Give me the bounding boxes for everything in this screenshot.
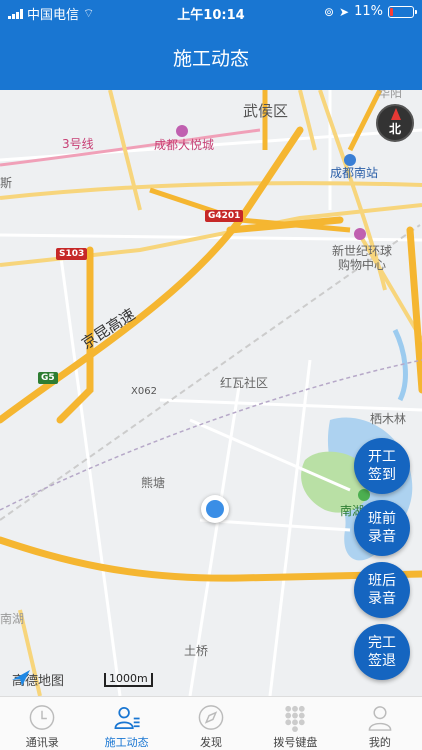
pre-shift-recording-button[interactable]: 班前 录音 (354, 500, 410, 556)
map-label-place: 华阳 (378, 90, 403, 100)
map-provider-logo: 高德地图 (12, 670, 64, 689)
page-title: 施工动态 (0, 24, 422, 90)
tab-dialpad[interactable]: 拨号键盘 (253, 697, 337, 750)
action-label: 签退 (368, 653, 396, 669)
compass-label: 北 (388, 121, 401, 136)
highway-shield: S103 (56, 248, 88, 260)
action-label: 录音 (368, 591, 396, 607)
start-checkin-button[interactable]: 开工 签到 (354, 438, 410, 494)
compass-button[interactable]: 北 (376, 104, 414, 142)
map-label-district: 武侯区 (243, 102, 289, 120)
map-label-metro: 3号线 (62, 137, 94, 151)
battery-icon (388, 5, 417, 18)
contacts-icon (29, 705, 55, 730)
action-label: 班后 (368, 573, 396, 589)
map-label-road-code: X062 (131, 386, 157, 397)
action-label: 录音 (368, 529, 396, 545)
battery-percent: 11% (354, 4, 383, 19)
map-label-place: 斯 (0, 176, 13, 190)
map-label-community: 红瓦社区 (220, 376, 269, 390)
dialpad-icon (285, 705, 306, 732)
tab-label: 通讯录 (25, 736, 59, 749)
tab-profile[interactable]: 我的 (338, 697, 422, 750)
action-label: 班前 (368, 511, 396, 527)
tab-contacts[interactable]: 通讯录 (0, 697, 84, 750)
post-shift-recording-button[interactable]: 班后 录音 (354, 562, 410, 618)
compass-icon (198, 705, 224, 730)
tab-label: 我的 (368, 736, 391, 749)
highway-shield: G5 (38, 372, 58, 384)
highway-shield: G4201 (205, 210, 244, 222)
person-list-icon (114, 706, 140, 730)
location-arrow-icon: ➤ (339, 4, 350, 19)
action-label: 完工 (368, 635, 396, 651)
current-location-marker (201, 495, 229, 523)
map-label-place: 栖木林 (370, 412, 407, 426)
orientation-lock-icon: ⊚ (323, 4, 335, 19)
map-label-poi: 成都大悦城 (154, 138, 215, 152)
profile-icon (368, 706, 392, 731)
tab-discover[interactable]: 发现 (169, 697, 253, 750)
tab-bar: 通讯录 施工动态 发现 拨号键盘 我的 (0, 696, 422, 750)
map-view[interactable]: 武侯区 成都大悦城 成都南站 新世纪环球 购物中心 3号线 京昆高速 红瓦社区 … (0, 90, 422, 696)
map-label-station: 成都南站 (330, 166, 379, 180)
map-label-place: 熊塘 (141, 476, 166, 490)
map-scale: 1000m (104, 673, 153, 687)
tab-label: 发现 (200, 736, 223, 749)
action-label: 签到 (368, 467, 396, 483)
map-label-place: 南湖 (0, 612, 25, 626)
finish-checkout-button[interactable]: 完工 签退 (354, 624, 410, 680)
tab-label: 施工动态 (104, 736, 149, 749)
north-arrow-icon (391, 108, 401, 120)
action-label: 开工 (368, 449, 396, 465)
amap-logo-icon (12, 670, 30, 686)
status-bar: 中国电信 ⌔ 上午10:14 ⊚ ➤ 11% (0, 0, 422, 24)
tab-construction-status[interactable]: 施工动态 (84, 697, 168, 750)
map-label-place: 土桥 (184, 644, 209, 658)
tab-label: 拨号键盘 (273, 736, 318, 749)
map-label-poi: 购物中心 (338, 258, 387, 272)
